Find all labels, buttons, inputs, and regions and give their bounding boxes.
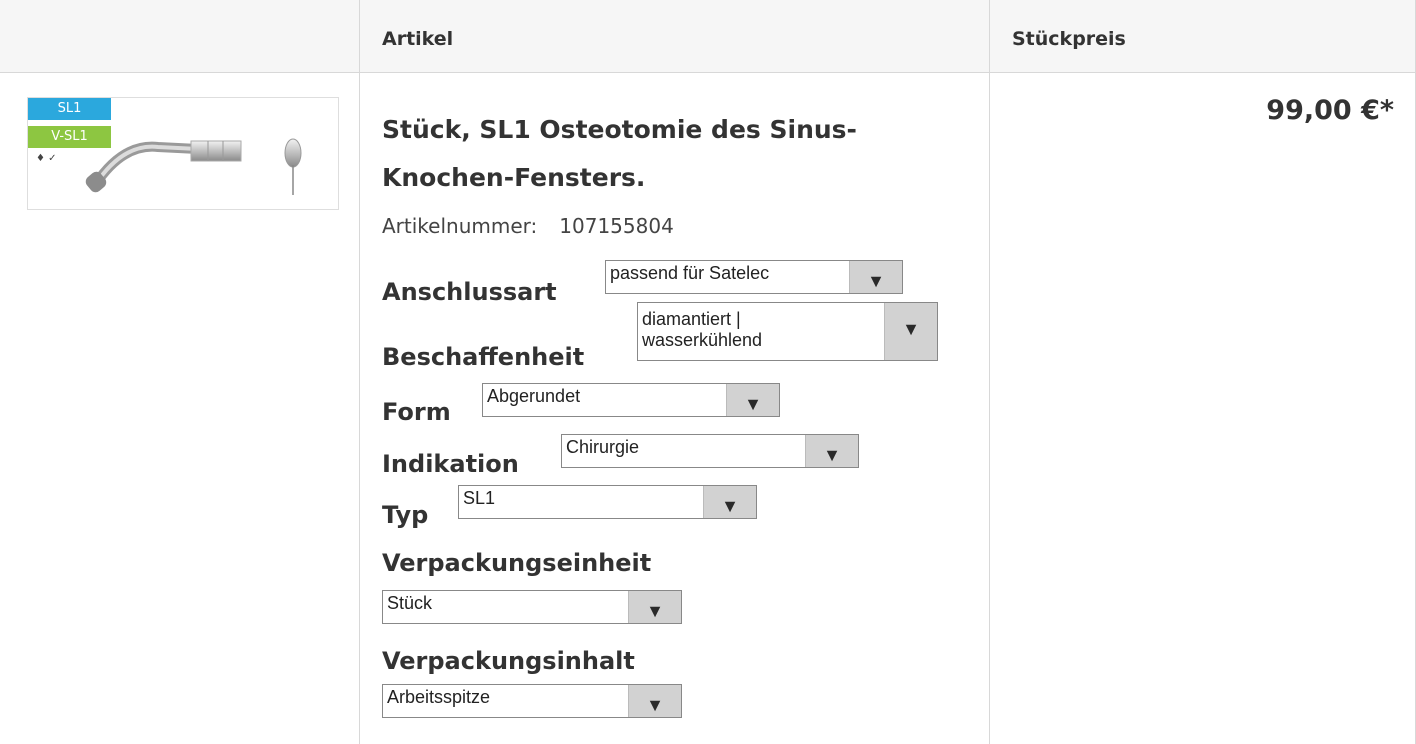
select-verpackungseinheit[interactable]: Stück ▼ (382, 590, 682, 624)
option-label-typ: Typ (382, 501, 429, 529)
article-number-value: 107155804 (559, 214, 674, 238)
select-value: Chirurgie (566, 437, 640, 457)
select-value: passend für Satelec (610, 263, 770, 283)
dropdown-button[interactable]: ▼ (628, 685, 681, 717)
dropdown-button[interactable]: ▼ (628, 591, 681, 623)
chevron-down-icon: ▼ (646, 695, 664, 715)
select-anschlussart[interactable]: passend für Satelec ▼ (605, 260, 903, 294)
dropdown-button[interactable]: ▼ (703, 486, 756, 518)
select-value-line2: wasserkühlend (642, 330, 763, 350)
column-divider (359, 0, 360, 744)
article-number-label: Artikelnummer: (382, 214, 538, 238)
dropdown-button[interactable]: ▼ (726, 384, 779, 416)
option-label-form: Form (382, 398, 451, 426)
select-form[interactable]: Abgerundet ▼ (482, 383, 780, 417)
select-value: Arbeitsspitze (387, 687, 491, 707)
product-title[interactable]: Stück, SL1 Osteotomie des Sinus- Knochen… (382, 100, 942, 208)
chevron-down-icon: ▼ (902, 319, 920, 339)
option-label-verpackungsinhalt: Verpackungsinhalt (382, 647, 635, 675)
column-divider (989, 0, 990, 744)
select-indikation[interactable]: Chirurgie ▼ (561, 434, 859, 468)
chevron-down-icon: ▼ (646, 601, 664, 621)
option-label-indikation: Indikation (382, 450, 519, 478)
property-icons: ♦ ✓ (36, 153, 57, 164)
select-value: Stück (387, 593, 433, 613)
dropdown-button[interactable]: ▼ (884, 303, 937, 360)
select-beschaffenheit[interactable]: diamantiert | wasserkühlend ▼ (637, 302, 938, 361)
dropdown-button[interactable]: ▼ (805, 435, 858, 467)
select-verpackungsinhalt[interactable]: Arbeitsspitze ▼ (382, 684, 682, 718)
select-typ[interactable]: SL1 ▼ (458, 485, 757, 519)
chevron-down-icon: ▼ (867, 271, 885, 291)
dropdown-button[interactable]: ▼ (849, 261, 902, 293)
cart-table: Artikel Stückpreis SL1 V-SL1 ♦ ✓ Stück, … (0, 0, 1416, 744)
option-label-anschlussart: Anschlussart (382, 278, 557, 306)
chevron-down-icon: ▼ (721, 496, 739, 516)
unit-price: 99,00 €* (1266, 95, 1394, 126)
article-number: Artikelnummer: 107155804 (382, 214, 674, 238)
select-value: Abgerundet (487, 386, 581, 406)
header-article: Artikel (382, 28, 454, 50)
product-thumbnail[interactable]: SL1 V-SL1 ♦ ✓ (27, 97, 339, 210)
chevron-down-icon: ▼ (823, 445, 841, 465)
select-value: SL1 (463, 488, 496, 508)
dental-tip-image (85, 138, 302, 195)
chevron-down-icon: ▼ (744, 394, 762, 414)
option-label-verpackungseinheit: Verpackungseinheit (382, 549, 652, 577)
select-value-line1: diamantiert | (642, 309, 741, 329)
option-label-beschaffenheit: Beschaffenheit (382, 343, 585, 371)
table-header (0, 0, 1416, 73)
badge-sl1: SL1 (28, 98, 111, 120)
header-unit-price: Stückpreis (1012, 28, 1126, 50)
